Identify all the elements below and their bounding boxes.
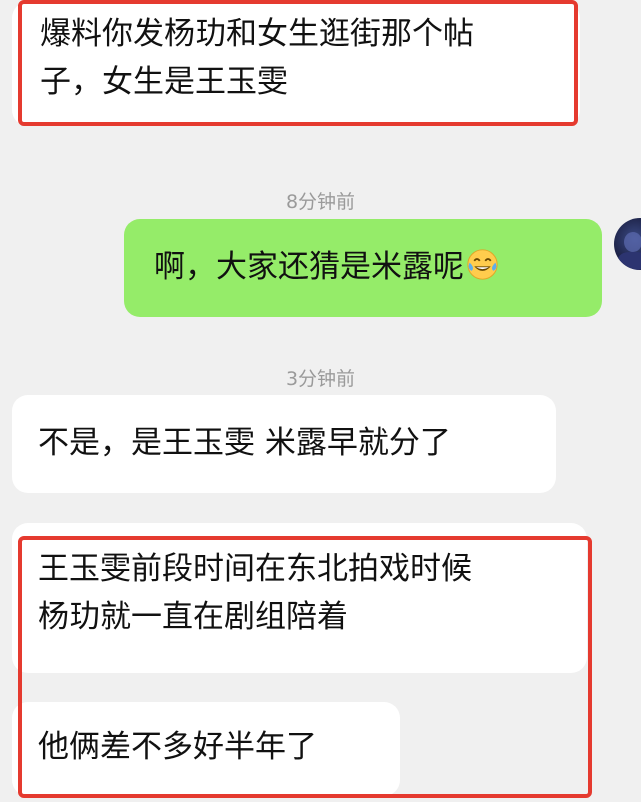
message-text: 不是，是王玉雯 米露早就分了 xyxy=(38,425,451,461)
timestamp: 8分钟前 xyxy=(285,191,356,213)
highlight-box xyxy=(18,536,592,798)
highlight-box xyxy=(18,0,578,126)
message-bubble-incoming: 不是，是王玉雯 米露早就分了 xyxy=(12,395,556,493)
timestamp: 3分钟前 xyxy=(285,368,356,390)
tears-of-joy-emoji-icon xyxy=(467,249,498,280)
message-text: 啊，大家还猜是米露呢 xyxy=(154,249,464,285)
avatar[interactable] xyxy=(614,218,641,270)
message-bubble-outgoing: 啊，大家还猜是米露呢 xyxy=(124,219,602,317)
